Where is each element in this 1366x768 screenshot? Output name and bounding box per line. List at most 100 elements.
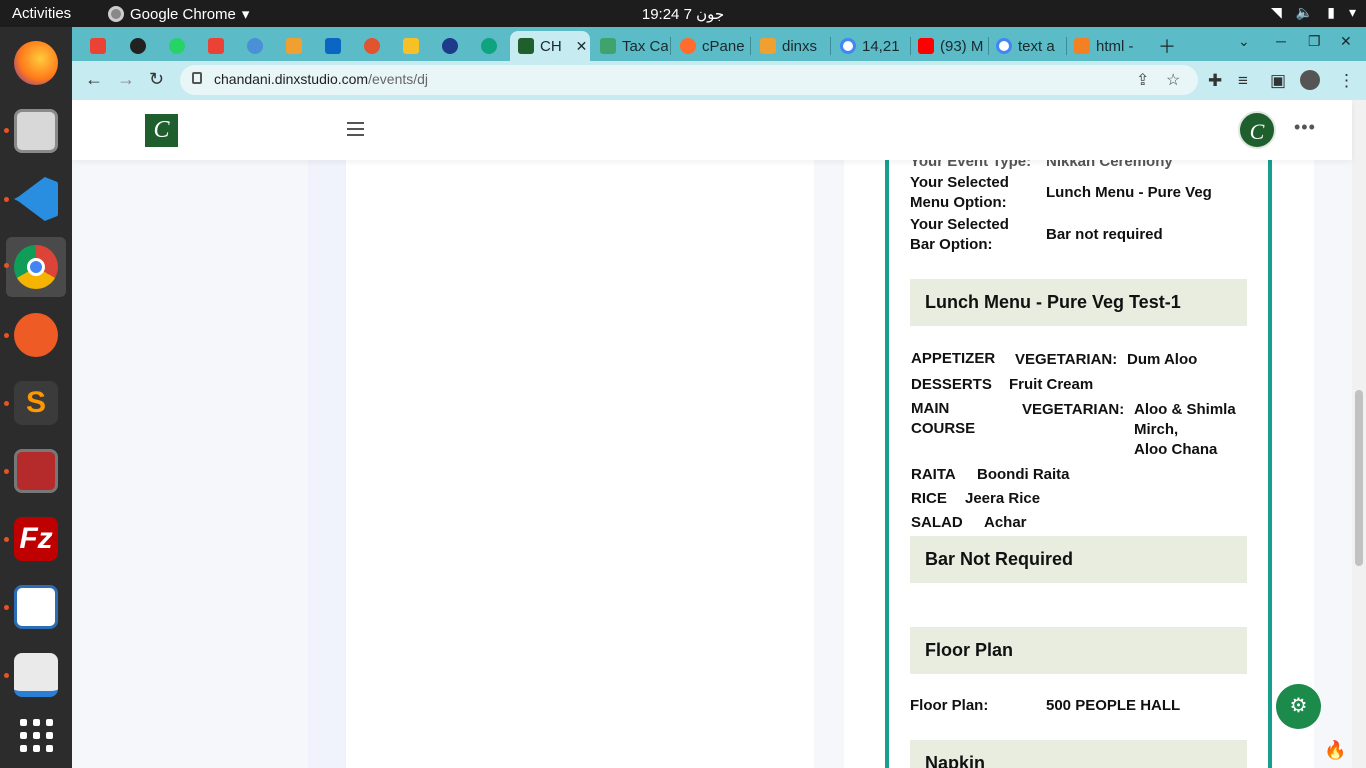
youtube-icon (918, 38, 934, 54)
back-button[interactable]: ← (85, 69, 103, 90)
dock-files[interactable] (6, 101, 66, 161)
tab[interactable] (161, 31, 197, 61)
scrollbar-thumb[interactable] (1355, 390, 1363, 566)
forward-button[interactable]: → (117, 69, 135, 90)
tab-label: cPane (702, 37, 745, 55)
tab[interactable]: cPane (672, 31, 748, 61)
linkedin-icon (325, 38, 341, 54)
dock-text-editor[interactable] (6, 645, 66, 705)
dock-writer[interactable] (6, 577, 66, 637)
page-scrollbar[interactable] (1352, 100, 1366, 768)
address-bar[interactable]: chandani.dinxstudio.com/events/dj ⇪ ☆ (180, 65, 1198, 95)
tab[interactable] (239, 31, 275, 61)
tab[interactable] (122, 31, 158, 61)
bookmark-star-icon[interactable]: ☆ (1166, 70, 1180, 90)
tab[interactable] (473, 31, 509, 61)
grid-icon (19, 718, 53, 752)
tab[interactable] (356, 31, 392, 61)
kebab-menu-icon[interactable]: ⋮ (1338, 71, 1355, 91)
tax-icon (600, 38, 616, 54)
dock-chrome[interactable] (6, 237, 66, 297)
openai-icon (481, 38, 497, 54)
system-tray[interactable]: ◥ 🔈 ▮ ▾ (1271, 4, 1356, 21)
firefox-icon (14, 41, 58, 85)
share-icon[interactable]: ⇪ (1136, 70, 1149, 90)
extensions-icon[interactable]: ✚ (1208, 71, 1222, 91)
tab[interactable]: 14,21 (832, 31, 908, 61)
flame-icon[interactable]: 🔥 (1324, 740, 1346, 761)
left-column (308, 160, 346, 768)
dock-sublime[interactable]: S (6, 373, 66, 433)
show-apps-button[interactable] (6, 705, 66, 765)
menu-course: COURSE (911, 420, 976, 437)
close-icon[interactable]: ✕ (576, 38, 588, 55)
menu-item: Jeera Rice (965, 490, 1041, 507)
tab[interactable]: Tax Ca (592, 31, 668, 61)
menu-item: Mirch, (1134, 421, 1179, 438)
site-logo[interactable]: C (145, 114, 178, 147)
tab-label: CH (540, 37, 562, 55)
tab[interactable]: html - (1066, 31, 1142, 61)
floor-plan-label: Floor Plan: (910, 697, 989, 714)
running-indicator (4, 333, 9, 338)
text-editor-icon (14, 653, 58, 697)
profile-avatar[interactable] (1300, 70, 1320, 90)
tab[interactable] (278, 31, 314, 61)
menu-category: VEGETARIAN: (1022, 401, 1125, 418)
tab-label: Tax Ca (622, 37, 668, 55)
dock-postman[interactable] (6, 305, 66, 365)
menu-course: DESSERTS (911, 376, 992, 393)
sublime-icon: S (14, 381, 58, 425)
dock-filezilla[interactable]: Fz (6, 509, 66, 569)
minimize-icon[interactable]: ─ (1276, 33, 1286, 49)
pma-icon (760, 38, 776, 54)
more-options-icon[interactable]: ••• (1294, 117, 1316, 138)
drive-icon (403, 38, 419, 54)
window-close-icon[interactable]: ✕ (1340, 33, 1352, 50)
middle-card (346, 160, 814, 768)
bubble-icon (247, 38, 263, 54)
dock-firefox[interactable] (6, 33, 66, 93)
files-icon (14, 109, 58, 153)
tab[interactable] (434, 31, 470, 61)
tab-active[interactable]: CH ✕ (510, 31, 590, 61)
dock-terminal[interactable] (6, 441, 66, 501)
tab[interactable]: dinxs (752, 31, 828, 61)
terminal-icon (14, 449, 58, 493)
bar-heading: Bar Not Required (910, 536, 1247, 583)
tab[interactable] (395, 31, 431, 61)
dock-vscode[interactable] (6, 169, 66, 229)
bar-option-label: Your Selected Bar Option: (910, 216, 1009, 253)
tab-search-icon[interactable]: ⌄ (1238, 33, 1250, 50)
tab[interactable] (82, 31, 118, 61)
menu-item: Achar (984, 514, 1027, 531)
pma-icon (286, 38, 302, 54)
tab[interactable]: (93) M (910, 31, 986, 61)
compass-icon (364, 38, 380, 54)
google-icon (840, 38, 856, 54)
lock-icon (192, 72, 202, 84)
new-tab-button[interactable]: ＋ (1158, 33, 1176, 59)
tab-label: (93) M (940, 37, 984, 55)
tab[interactable]: text a (988, 31, 1064, 61)
clock[interactable]: 19:24 جون 7 (0, 5, 1366, 23)
maximize-icon[interactable]: ❐ (1308, 33, 1321, 50)
running-indicator (4, 128, 9, 133)
tab[interactable] (200, 31, 236, 61)
media-icon[interactable]: ≡ (1238, 71, 1248, 91)
running-indicator (4, 401, 9, 406)
system-top-bar: Activities Google Chrome ▾ 19:24 جون 7 ◥… (0, 0, 1366, 27)
whatsapp-icon (169, 38, 185, 54)
postman-icon (14, 313, 58, 357)
settings-gear-icon[interactable]: ⚙ (1276, 684, 1321, 729)
bar-option-value: Bar not required (1046, 226, 1163, 243)
tab[interactable] (317, 31, 353, 61)
google-icon (996, 38, 1012, 54)
reload-button[interactable]: ↻ (149, 69, 164, 90)
side-panel-icon[interactable]: ▣ (1270, 71, 1286, 91)
user-avatar[interactable]: C (1238, 111, 1276, 149)
menu-heading: Lunch Menu - Pure Veg Test-1 (910, 279, 1247, 326)
menu-category: VEGETARIAN: (1015, 351, 1118, 368)
hamburger-menu-icon[interactable] (347, 122, 364, 140)
menu-course: RAITA (911, 466, 956, 483)
